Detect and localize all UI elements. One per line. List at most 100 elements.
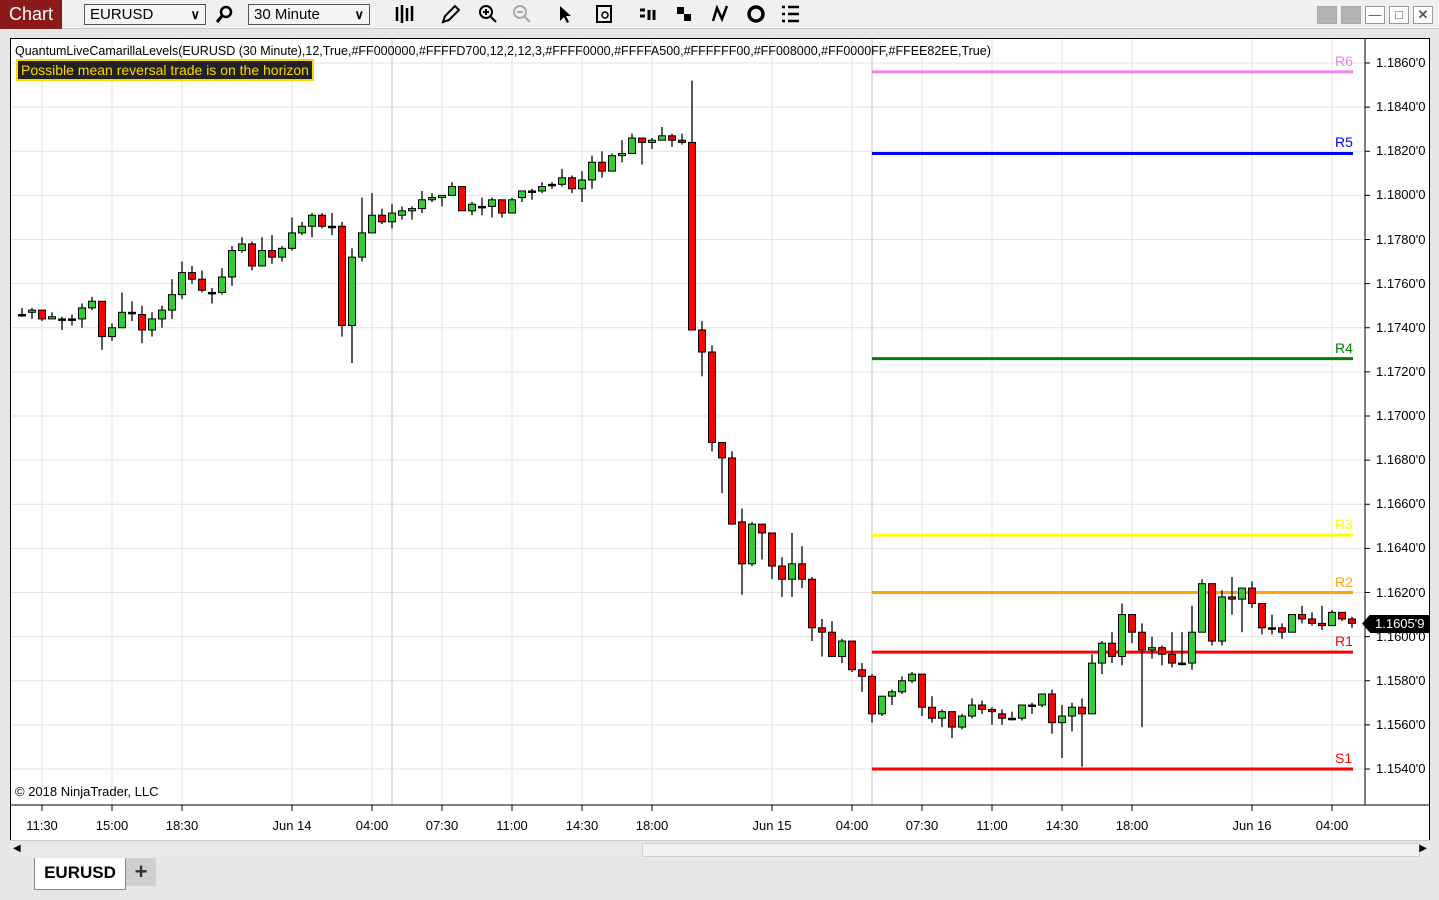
candle-body [708, 351, 716, 443]
candle-body [908, 673, 916, 682]
candle-body [48, 316, 56, 320]
alert-message: Possible mean reversal trade is on the h… [16, 59, 314, 81]
candle-body [1058, 715, 1066, 724]
candle-body [508, 199, 516, 214]
candle-body [148, 318, 156, 331]
x-tick-label: 14:30 [1045, 818, 1079, 833]
candle-body [698, 329, 706, 353]
level-label-r6: R6 [1335, 52, 1353, 69]
candle-body [278, 247, 286, 258]
candle-body [1298, 614, 1306, 620]
candle-body [388, 212, 396, 223]
x-tick-label: 11:00 [976, 818, 1008, 833]
candle-body [768, 532, 776, 567]
candle-body [788, 563, 796, 580]
candle-body [18, 314, 26, 317]
candle-body [1228, 596, 1236, 600]
candle-body [878, 695, 886, 715]
x-tick-label: 07:30 [425, 818, 459, 833]
candle-body [818, 627, 826, 633]
candle-body [308, 214, 316, 227]
x-tick-label: 18:00 [1115, 818, 1149, 833]
horizontal-scrollbar[interactable]: ◀ ▶ [10, 840, 1430, 858]
y-tick-label: 1.1720'0 [1376, 363, 1426, 379]
level-label-r4: R4 [1335, 339, 1353, 356]
candle-body [358, 232, 366, 258]
candle-body [588, 161, 596, 181]
candle-body [1138, 631, 1146, 651]
candle-body [58, 318, 66, 321]
candle-body [1348, 618, 1356, 624]
indicator-label: QuantumLiveCamarillaLevels(EURUSD (30 Mi… [15, 44, 991, 58]
add-tab-button[interactable]: + [126, 858, 156, 886]
candle-body [988, 708, 996, 713]
current-price-tag: 1.1605'9 [1370, 614, 1430, 633]
candle-body [758, 523, 766, 534]
candle-body [578, 179, 586, 190]
candle-body [628, 137, 636, 154]
scrollbar-thumb[interactable] [642, 843, 1420, 857]
y-tick-label: 1.1680'0 [1376, 452, 1426, 468]
candle-body [1038, 693, 1046, 706]
x-tick-label: 15:00 [95, 818, 129, 833]
price-chart[interactable] [0, 0, 1439, 900]
scroll-left-icon[interactable]: ◀ [13, 843, 21, 854]
candle-body [518, 190, 526, 199]
x-tick-label: 14:30 [565, 818, 599, 833]
candle-body [658, 135, 666, 141]
candle-body [648, 139, 656, 143]
candle-body [568, 177, 576, 190]
candle-body [1078, 706, 1086, 715]
candle-body [1278, 627, 1286, 633]
candle-body [318, 214, 326, 227]
candle-body [408, 208, 416, 212]
candle-body [328, 225, 336, 229]
candle-body [998, 713, 1006, 719]
level-label-r3: R3 [1335, 516, 1353, 533]
candle-body [558, 177, 566, 185]
candle-body [468, 203, 476, 212]
y-tick-label: 1.1740'0 [1376, 319, 1426, 335]
candle-body [1248, 587, 1256, 605]
candle-body [108, 327, 116, 338]
candle-body [228, 250, 236, 278]
y-tick-label: 1.1820'0 [1376, 143, 1426, 159]
candle-body [198, 278, 206, 291]
candle-body [268, 250, 276, 258]
x-tick-label: 07:30 [905, 818, 939, 833]
candle-body [528, 190, 536, 193]
candle-body [718, 441, 726, 459]
candle-body [498, 199, 506, 214]
candle-body [88, 300, 96, 309]
candle-body [948, 711, 956, 728]
candle-body [798, 563, 806, 580]
scroll-right-icon[interactable]: ▶ [1419, 843, 1427, 854]
y-tick-label: 1.1580'0 [1376, 672, 1426, 688]
level-label-s1: S1 [1335, 750, 1353, 766]
y-tick-label: 1.1560'0 [1376, 716, 1426, 732]
candle-body [168, 294, 176, 311]
candle-body [218, 276, 226, 293]
candle-body [428, 197, 436, 201]
tab-eurusd[interactable]: EURUSD [34, 858, 126, 890]
candle-body [478, 205, 486, 209]
candle-body [1148, 647, 1156, 651]
x-tick-label: 11:30 [26, 818, 58, 833]
candle-body [668, 135, 676, 141]
x-tick-label: Jun 15 [752, 818, 792, 833]
x-tick-label: 18:30 [165, 818, 199, 833]
candle-body [1288, 614, 1296, 633]
y-tick-label: 1.1640'0 [1376, 540, 1426, 556]
x-tick-label: 18:00 [635, 818, 669, 833]
candle-body [1338, 611, 1346, 620]
candle-body [548, 183, 556, 187]
candle-body [348, 256, 356, 327]
candle-body [338, 225, 346, 327]
candle-body [378, 214, 386, 223]
y-tick-label: 1.1540'0 [1376, 761, 1426, 776]
candle-body [928, 706, 936, 719]
candle-body [1188, 631, 1196, 664]
y-tick-label: 1.1800'0 [1376, 187, 1426, 203]
candle-body [1318, 622, 1326, 627]
candle-body [188, 272, 196, 280]
